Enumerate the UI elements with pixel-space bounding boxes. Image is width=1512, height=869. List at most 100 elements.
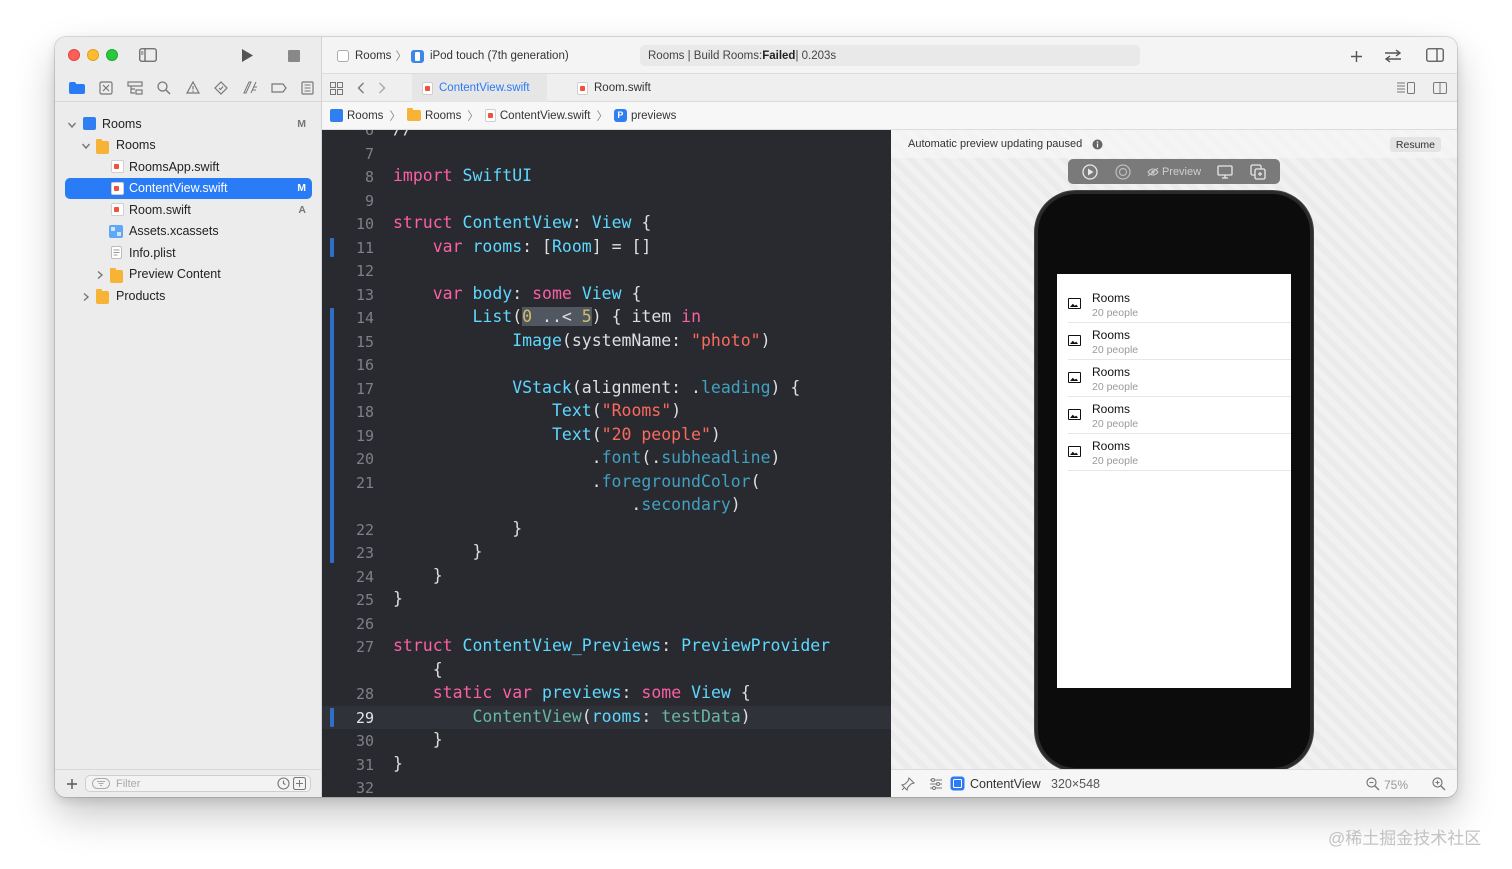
status-badge: A — [298, 203, 306, 216]
code-line[interactable]: 19 Text("20 people") — [322, 424, 891, 448]
forward-chevron-icon[interactable] — [376, 81, 388, 95]
breadcrumb-item[interactable]: ContentView.swift — [500, 110, 591, 122]
preview-button[interactable]: Preview — [1147, 166, 1201, 178]
code-line[interactable]: 16 — [322, 353, 891, 377]
pin-icon[interactable] — [901, 777, 915, 791]
tree-item-preview-content[interactable]: Preview Content — [55, 264, 322, 286]
activity-status-bar[interactable]: Rooms | Build Rooms: Failed | 0.203s — [640, 45, 1140, 66]
zoom-level[interactable]: 75% — [1384, 778, 1408, 792]
change-indicator[interactable] — [330, 308, 334, 563]
code-line[interactable]: 21 .foregroundColor( — [322, 471, 891, 495]
code-line[interactable]: 13 var body: some View { — [322, 283, 891, 307]
info-icon[interactable] — [1092, 139, 1103, 150]
code-editor[interactable]: 6 // 7 8 import SwiftUI 9 10 struct ContentView… — [322, 130, 891, 797]
close-window-button[interactable] — [68, 49, 80, 61]
tab-room-swift[interactable]: Room.swift — [567, 74, 661, 102]
breadcrumb-item[interactable]: previews — [631, 110, 676, 122]
scheme-selector[interactable]: Rooms 〉 iPod touch (7th generation) — [336, 48, 569, 64]
change-indicator[interactable] — [330, 237, 334, 257]
folder-navigator-icon[interactable] — [63, 78, 92, 98]
zoom-window-button[interactable] — [106, 49, 118, 61]
code-line[interactable]: 6 // — [322, 130, 891, 142]
zoom-in-icon[interactable] — [1432, 777, 1446, 791]
test-navigator-icon[interactable] — [207, 78, 236, 98]
debug-navigator-icon[interactable] — [236, 78, 265, 98]
chevron-down-icon[interactable] — [81, 140, 91, 150]
editor-options-icon[interactable] — [1396, 81, 1416, 95]
minimize-window-button[interactable] — [87, 49, 99, 61]
code-line[interactable]: 32 — [322, 776, 891, 797]
symbol-navigator-icon[interactable] — [121, 78, 150, 98]
chevron-right-icon[interactable] — [95, 269, 105, 280]
status-failed: Failed — [762, 49, 796, 62]
code-line[interactable]: 12 — [322, 259, 891, 283]
code-line[interactable]: 26 — [322, 612, 891, 636]
chevron-down-icon[interactable] — [67, 119, 77, 129]
add-icon[interactable] — [65, 777, 79, 791]
inspect-preview-icon[interactable] — [1114, 163, 1131, 180]
code-line[interactable]: 15 Image(systemName: "photo") — [322, 330, 891, 354]
status-badge: M — [297, 182, 306, 195]
code-line[interactable]: 10 struct ContentView: View { — [322, 212, 891, 236]
stop-icon[interactable] — [287, 49, 301, 63]
tree-item-folder-rooms[interactable]: Rooms — [55, 135, 322, 157]
tree-item-roomsapp-swift[interactable]: RoomsApp.swift — [55, 156, 322, 178]
code-line[interactable]: .secondary) — [322, 494, 891, 518]
tree-item-room-swift[interactable]: Room.swift A — [55, 199, 322, 221]
code-line[interactable]: 31} — [322, 753, 891, 777]
code-line[interactable]: 28 static var previews: some View { — [322, 682, 891, 706]
live-preview-icon[interactable] — [1082, 163, 1098, 180]
navigator-filter-bar: Filter — [55, 769, 322, 797]
add-library-icon[interactable] — [1348, 48, 1364, 64]
report-navigator-icon[interactable] — [293, 78, 322, 98]
clock-icon[interactable] — [277, 777, 290, 790]
breadcrumb-item[interactable]: Rooms — [347, 110, 383, 122]
back-chevron-icon[interactable] — [355, 81, 367, 95]
tree-item-assets[interactable]: Assets.xcassets — [55, 221, 322, 243]
warning-icon[interactable] — [178, 78, 207, 98]
code-review-icon[interactable] — [1382, 48, 1404, 64]
code-line[interactable]: 27 struct ContentView_Previews: PreviewPr… — [322, 635, 891, 659]
code-line[interactable]: 8 import SwiftUI — [322, 165, 891, 189]
code-line[interactable]: 22 } — [322, 518, 891, 542]
code-line[interactable]: 23 } — [322, 541, 891, 565]
filter-options-icon[interactable] — [293, 777, 306, 790]
code-line[interactable]: 17 VStack(alignment: .leading) { — [322, 377, 891, 401]
code-line[interactable]: 7 — [322, 142, 891, 166]
inspector-toggle-icon[interactable] — [1424, 47, 1446, 63]
code-line[interactable]: 25} — [322, 588, 891, 612]
tree-item-contentview-swift[interactable]: ContentView.swift M — [65, 177, 312, 199]
run-icon[interactable] — [239, 47, 255, 63]
line-number: 10 — [355, 215, 374, 233]
tree-item-info-plist[interactable]: Info.plist — [55, 242, 322, 264]
code-line[interactable]: 20 .font(.subheadline) — [322, 447, 891, 471]
grid-icon[interactable] — [329, 81, 343, 95]
code-line[interactable]: 9 — [322, 189, 891, 213]
duplicate-preview-icon[interactable] — [1250, 163, 1266, 180]
code-line[interactable]: 30 } — [322, 729, 891, 753]
filter-input[interactable]: Filter — [85, 775, 311, 792]
tree-item-products[interactable]: Products — [55, 285, 322, 307]
variants-icon[interactable] — [929, 777, 943, 791]
code-line[interactable]: { — [322, 659, 891, 683]
code-line[interactable]: 24 } — [322, 565, 891, 589]
change-indicator[interactable] — [330, 707, 334, 727]
breakpoint-navigator-icon[interactable] — [264, 78, 293, 98]
chevron-right-icon[interactable] — [81, 291, 91, 301]
search-icon[interactable] — [149, 78, 178, 98]
project-tree: Rooms M Rooms RoomsApp.swift ContentView… — [55, 113, 322, 307]
tab-contentview-swift[interactable]: ContentView.swift — [412, 74, 547, 102]
tree-item-project-rooms[interactable]: Rooms M — [55, 113, 322, 135]
sidebar-toggle-icon[interactable] — [138, 47, 158, 63]
device-settings-icon[interactable] — [1217, 164, 1234, 179]
code-line[interactable]: 18 Text("Rooms") — [322, 400, 891, 424]
source-control-icon[interactable] — [92, 78, 121, 98]
breadcrumb-item[interactable]: Rooms — [425, 110, 461, 122]
code-line[interactable]: 14 List(0 ..< 5) { item in — [322, 306, 891, 330]
code-line[interactable]: 11 var rooms: [Room] = [] — [322, 236, 891, 260]
zoom-out-icon[interactable] — [1366, 777, 1380, 791]
code-line[interactable]: 29 ContentView(rooms: testData) — [322, 705, 891, 729]
add-editor-icon[interactable] — [1432, 81, 1448, 95]
resume-button[interactable]: Resume — [1389, 137, 1441, 152]
list-item: Rooms 20 people — [1068, 360, 1291, 397]
